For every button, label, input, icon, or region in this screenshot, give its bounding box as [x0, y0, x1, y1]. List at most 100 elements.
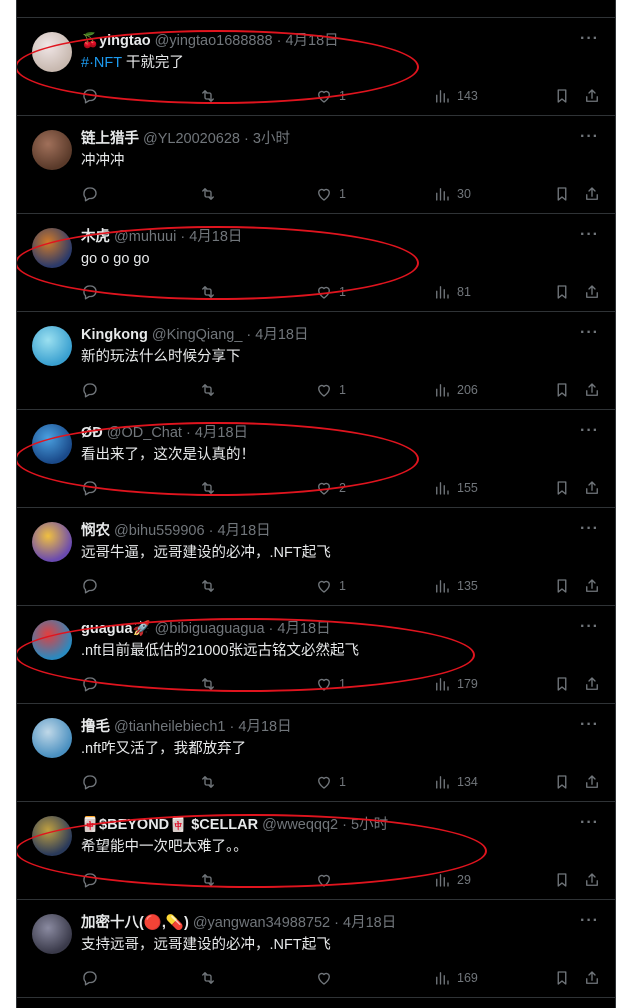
user-handle[interactable]: @OD_Chat [107, 425, 182, 441]
tweet-row[interactable]: ØÐ @OD_Chat · 4月18日 ··· 看出来了，这次是认真的！ 2 155 [17, 410, 615, 508]
more-dots-icon[interactable]: ··· [580, 422, 599, 440]
tweet-row[interactable]: Kingkong @KingQiang_ · 4月18日 ··· 新的玩法什么时候分… [17, 312, 615, 410]
like-button[interactable]: 1 [315, 772, 346, 792]
views-button[interactable]: 169 [433, 968, 478, 988]
views-button[interactable]: 206 [433, 380, 478, 400]
tweet-row[interactable]: 加密十八(🔴,💊) @yangwan34988752 · 4月18日 ··· 支持远… [17, 900, 615, 998]
like-button[interactable]: 2 [315, 478, 346, 498]
bookmark-button[interactable] [553, 674, 571, 694]
tweet-row[interactable]: 悯农 @bihu559906 · 4月18日 ··· 远哥牛逼，远哥建设的必冲，.N… [17, 508, 615, 606]
display-name[interactable]: guagua🚀 [81, 621, 151, 637]
bookmark-button[interactable] [553, 380, 571, 400]
tweet-row[interactable]: 木虎 @muhuui · 4月18日 ··· go o go go 1 81 [17, 214, 615, 312]
user-handle[interactable]: @yangwan34988752 [193, 915, 330, 931]
bookmark-button[interactable] [553, 282, 571, 302]
retweet-button[interactable] [199, 674, 223, 694]
avatar[interactable] [32, 914, 72, 954]
more-dots-icon[interactable]: ··· [580, 324, 599, 342]
display-name[interactable]: 🍒yingtao [81, 33, 151, 49]
reply-button[interactable] [81, 674, 105, 694]
share-button[interactable] [583, 478, 601, 498]
bookmark-button[interactable] [553, 968, 571, 988]
share-button[interactable] [583, 282, 601, 302]
reply-button[interactable] [81, 870, 105, 890]
display-name[interactable]: 撸毛 [81, 719, 110, 735]
views-button[interactable]: 30 [433, 184, 471, 204]
retweet-button[interactable] [199, 968, 223, 988]
more-dots-icon[interactable]: ··· [580, 814, 599, 832]
timestamp[interactable]: 4月18日 [343, 915, 396, 931]
bookmark-button[interactable] [553, 870, 571, 890]
share-button[interactable] [583, 576, 601, 596]
bookmark-button[interactable] [553, 478, 571, 498]
retweet-button[interactable] [199, 772, 223, 792]
reply-button[interactable] [81, 772, 105, 792]
like-button[interactable] [315, 968, 339, 988]
user-handle[interactable]: @tianheilebiech1 [114, 719, 225, 735]
more-dots-icon[interactable]: ··· [580, 30, 599, 48]
share-button[interactable] [583, 86, 601, 106]
avatar[interactable] [32, 326, 72, 366]
avatar[interactable] [32, 718, 72, 758]
timestamp[interactable]: 5小时 [351, 817, 388, 833]
avatar[interactable] [32, 424, 72, 464]
bookmark-button[interactable] [553, 576, 571, 596]
timestamp[interactable]: 4月18日 [238, 719, 291, 735]
more-dots-icon[interactable]: ··· [580, 618, 599, 636]
avatar[interactable] [32, 816, 72, 856]
timestamp[interactable]: 4月18日 [189, 229, 242, 245]
share-button[interactable] [583, 968, 601, 988]
user-handle[interactable]: @wweqqq2 [262, 817, 338, 833]
user-handle[interactable]: @bihu559906 [114, 523, 205, 539]
like-button[interactable]: 1 [315, 86, 346, 106]
avatar[interactable] [32, 32, 72, 72]
more-dots-icon[interactable]: ··· [580, 716, 599, 734]
retweet-button[interactable] [199, 184, 223, 204]
display-name[interactable]: Kingkong [81, 327, 148, 343]
user-handle[interactable]: @bibiguaguagua [155, 621, 265, 637]
views-button[interactable]: 179 [433, 674, 478, 694]
views-button[interactable]: 134 [433, 772, 478, 792]
display-name[interactable]: 悯农 [81, 523, 110, 539]
retweet-button[interactable] [199, 870, 223, 890]
tweet-row[interactable]: 🍒yingtao @yingtao1688888 · 4月18日 ··· #·NFT… [17, 18, 615, 116]
tweet-row[interactable]: 链上猎手 @YL20020628 · 3小时 ··· 冲冲冲 1 30 [17, 116, 615, 214]
share-button[interactable] [583, 870, 601, 890]
display-name[interactable]: ØÐ [81, 425, 103, 441]
more-dots-icon[interactable]: ··· [580, 520, 599, 538]
like-button[interactable]: 1 [315, 674, 346, 694]
views-button[interactable]: 155 [433, 478, 478, 498]
hashtag-link[interactable]: #·NFT [81, 55, 122, 71]
tweet-row[interactable]: guagua🚀 @bibiguaguagua · 4月18日 ··· .nft目前最… [17, 606, 615, 704]
display-name[interactable]: 链上猎手 [81, 131, 139, 147]
timestamp[interactable]: 4月18日 [285, 33, 338, 49]
views-button[interactable]: 135 [433, 576, 478, 596]
reply-button[interactable] [81, 576, 105, 596]
timestamp[interactable]: 4月18日 [217, 523, 270, 539]
avatar[interactable] [32, 130, 72, 170]
share-button[interactable] [583, 772, 601, 792]
display-name[interactable]: 🀄$BEYOND🀄 $CELLAR [81, 817, 258, 833]
timestamp[interactable]: 4月18日 [255, 327, 308, 343]
bookmark-button[interactable] [553, 86, 571, 106]
views-button[interactable]: 81 [433, 282, 471, 302]
retweet-button[interactable] [199, 380, 223, 400]
reply-button[interactable] [81, 478, 105, 498]
timestamp[interactable]: 4月18日 [195, 425, 248, 441]
share-button[interactable] [583, 184, 601, 204]
like-button[interactable]: 1 [315, 184, 346, 204]
retweet-button[interactable] [199, 478, 223, 498]
timestamp[interactable]: 3小时 [253, 131, 290, 147]
bookmark-button[interactable] [553, 184, 571, 204]
user-handle[interactable]: @yingtao1688888 [155, 33, 273, 49]
reply-button[interactable] [81, 968, 105, 988]
avatar[interactable] [32, 228, 72, 268]
display-name[interactable]: 加密十八(🔴,💊) [81, 915, 189, 931]
user-handle[interactable]: @YL20020628 [143, 131, 240, 147]
like-button[interactable]: 1 [315, 282, 346, 302]
share-button[interactable] [583, 674, 601, 694]
reply-button[interactable] [81, 86, 105, 106]
avatar[interactable] [32, 620, 72, 660]
reply-button[interactable] [81, 380, 105, 400]
more-dots-icon[interactable]: ··· [580, 226, 599, 244]
